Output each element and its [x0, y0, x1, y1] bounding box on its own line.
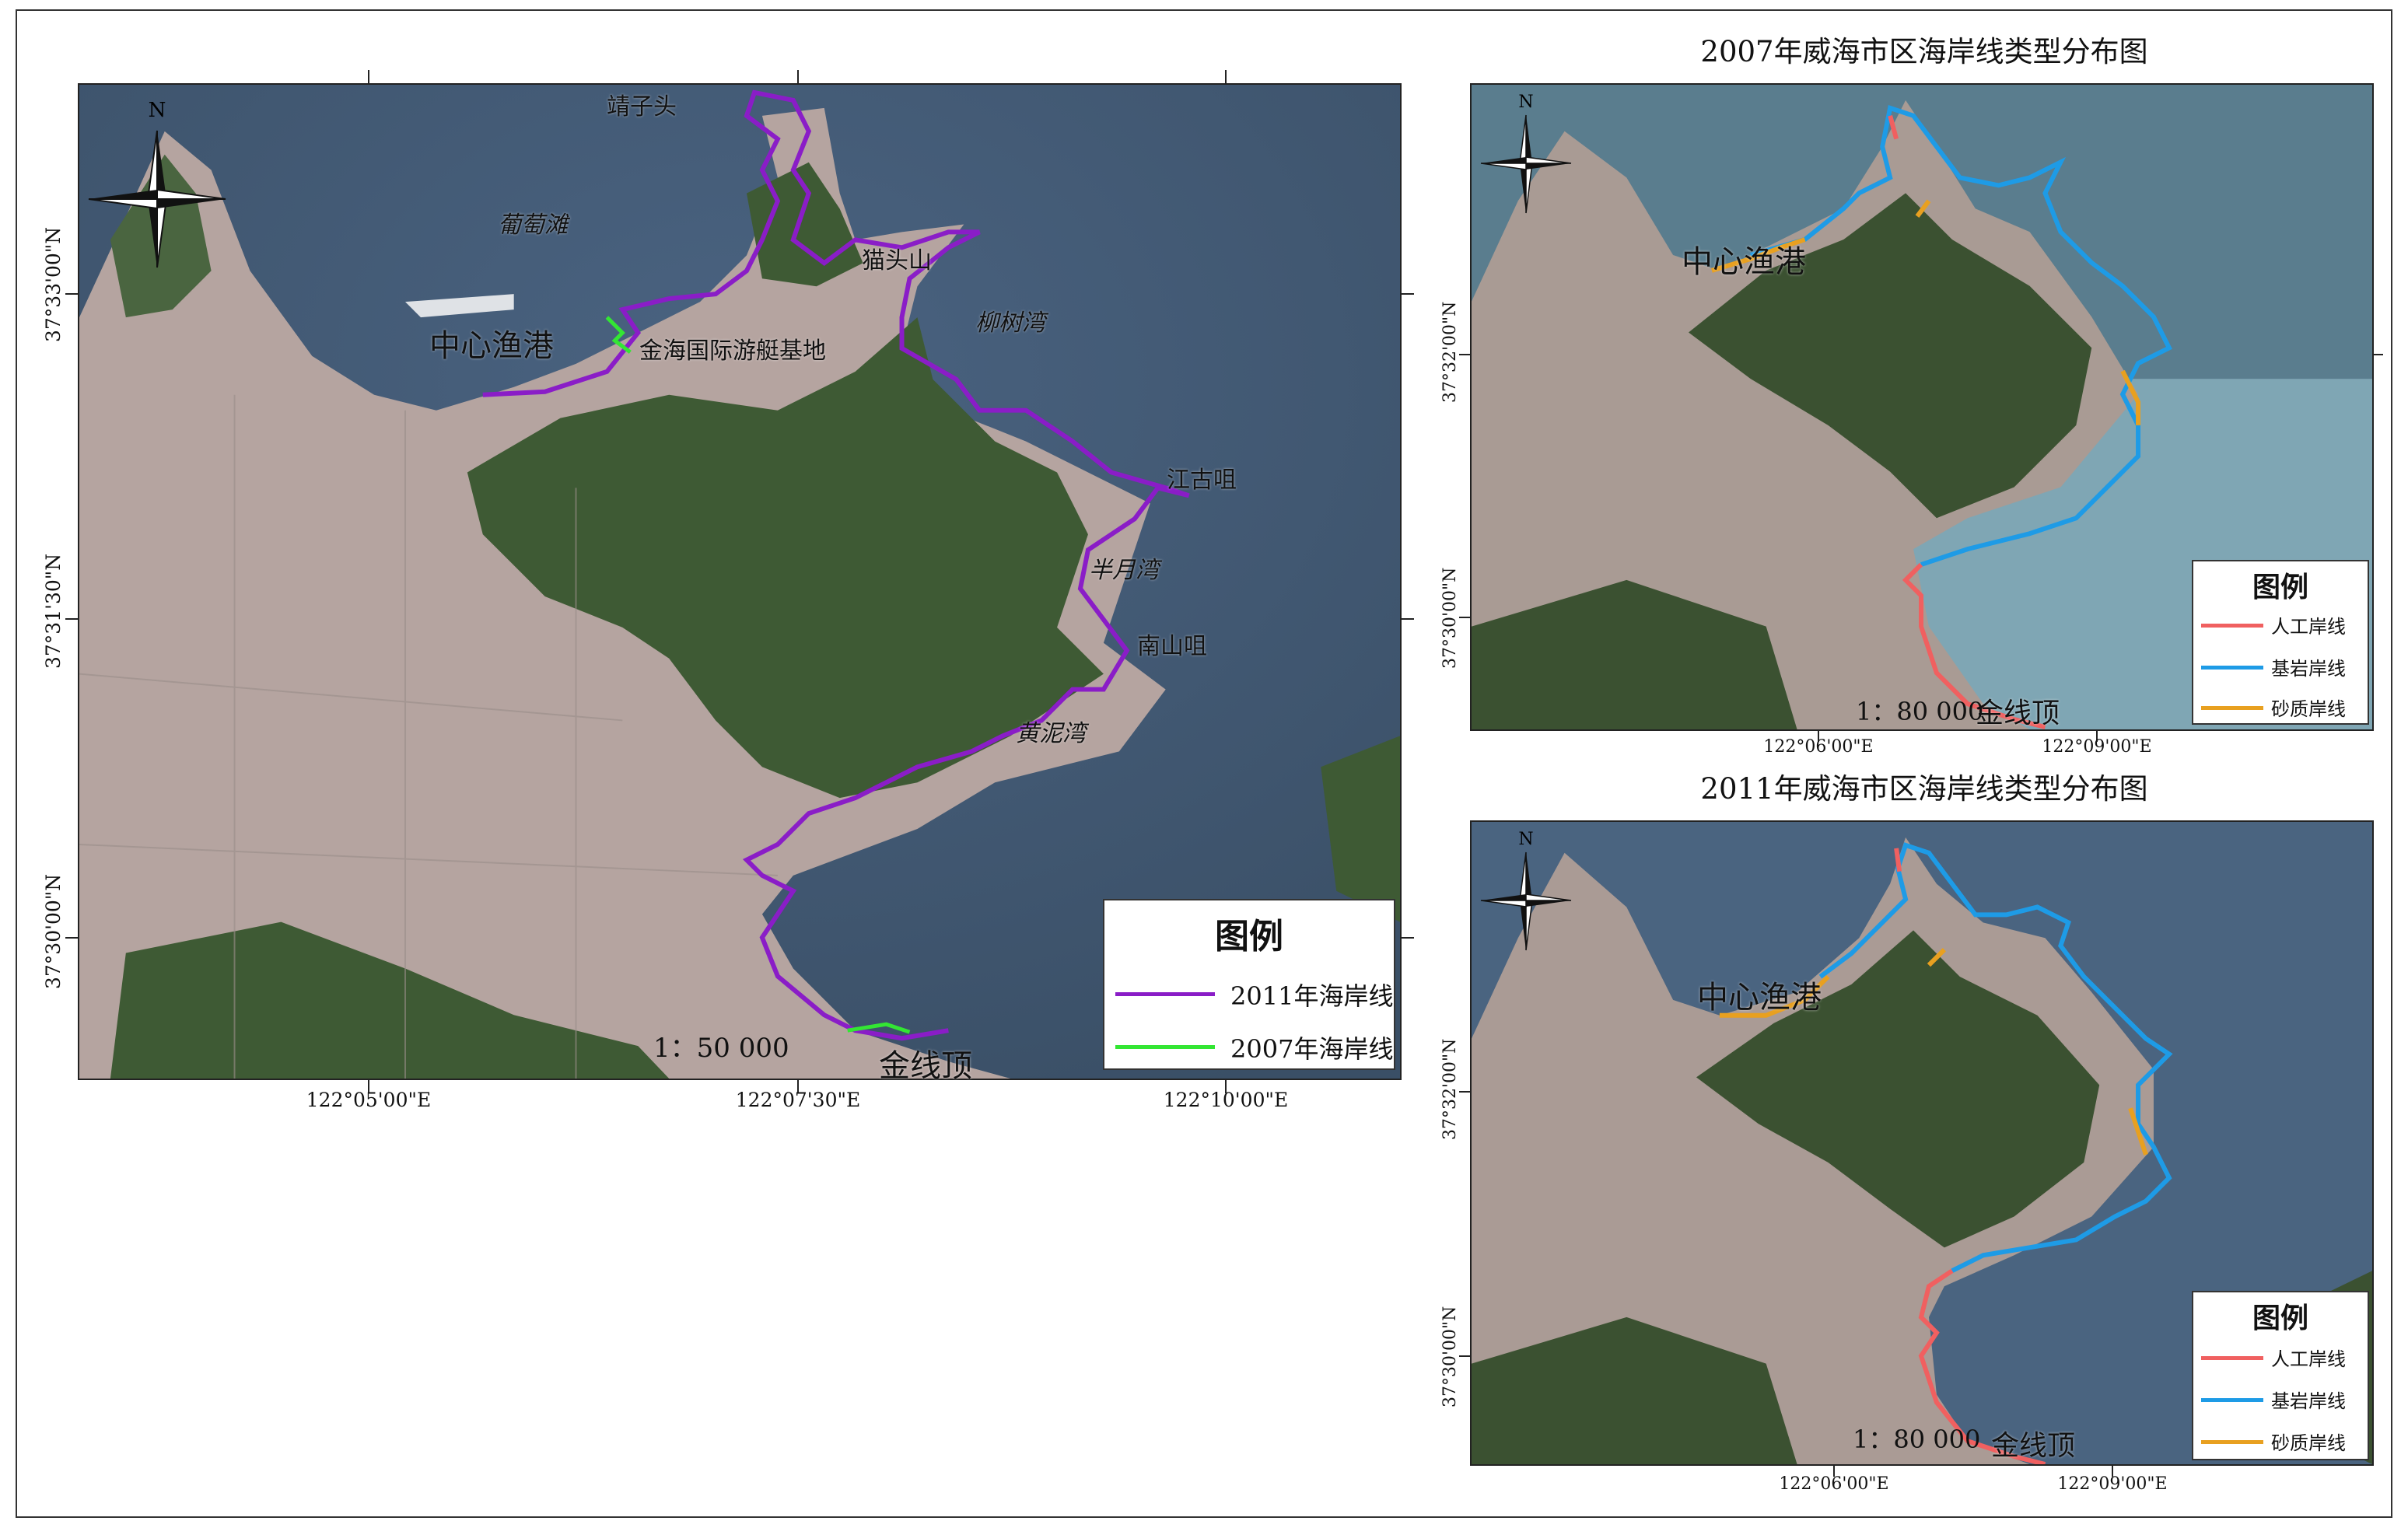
tick-right-1	[1402, 293, 1414, 295]
main-scale: 1：50 000	[653, 1033, 789, 1064]
label-jianggu: 江古咀	[1167, 467, 1237, 494]
legend-2007-swatch-sandy	[2201, 706, 2263, 710]
north-letter-2007: N	[1518, 93, 1533, 112]
north-arrow-main: N	[87, 99, 227, 271]
north-letter-2011: N	[1518, 830, 1533, 849]
label-jingzitou: 靖子头	[607, 93, 677, 121]
legend-2011-swatch-bedrock	[2201, 1398, 2263, 1402]
legend-2011-label-sandy: 砂质岸线	[2271, 1432, 2346, 1454]
label-jinxian-2007: 金线顶	[1976, 698, 2060, 729]
coastline-2011-artificial-north	[1894, 848, 1902, 872]
ytick-2007-2: 37°30'00"N	[1440, 567, 1460, 669]
tick-top-3	[1225, 70, 1227, 83]
xtick-2011-1: 122°06'00"E	[1779, 1474, 1889, 1494]
legend-2011-swatch-artificial	[2201, 1356, 2263, 1360]
north-letter: N	[149, 100, 166, 122]
ytick-main-1: 37°33'00"N	[42, 226, 65, 342]
tick-2007-r1	[2374, 354, 2383, 355]
legend-2011-label-artificial: 人工岸线	[2271, 1348, 2346, 1370]
tick-top-1	[368, 70, 369, 83]
north-arrow-2011: N	[1479, 829, 1573, 953]
legend-2011-title: 图例	[2252, 1302, 2308, 1334]
xtick-main-3: 122°10'00"E	[1163, 1089, 1289, 1111]
legend-2007-swatch-bedrock	[2201, 666, 2263, 670]
tick-left-2	[65, 618, 78, 620]
label-maotoushan: 猫头山	[862, 247, 932, 274]
label-liushuwan: 柳树湾	[975, 309, 1045, 337]
legend-main-label-2011: 2011年海岸线	[1230, 981, 1394, 1011]
tick-top-2	[797, 70, 799, 83]
title-2011: 2011年威海市区海岸线类型分布图	[1700, 772, 2148, 806]
xtick-2007-1: 122°06'00"E	[1763, 737, 1874, 757]
tick-2011-l2	[1459, 1355, 1470, 1357]
north-arrow-2007: N	[1479, 92, 1573, 216]
ytick-2011-1: 37°32'00"N	[1440, 1038, 1460, 1140]
scale-2011: 1：80 000	[1853, 1425, 1981, 1454]
label-jinxian-2011: 金线顶	[1991, 1430, 2076, 1462]
legend-main-label-2007: 2007年海岸线	[1230, 1034, 1394, 1064]
label-zhongxin-main: 中心渔港	[429, 328, 554, 364]
xtick-2007-2: 122°09'00"E	[2042, 737, 2152, 757]
label-nanshan: 南山咀	[1137, 633, 1207, 660]
label-jinhai: 金海国际游艇基地	[639, 337, 826, 365]
label-zhongxin-2007: 中心渔港	[1682, 244, 1806, 280]
legend-main-title: 图例	[1215, 917, 1283, 956]
tick-2007-l1	[1459, 354, 1470, 355]
label-huangni: 黄泥湾	[1016, 720, 1086, 747]
tick-left-3	[65, 937, 78, 939]
tick-2007-l2	[1459, 617, 1470, 618]
legend-main: 图例 2011年海岸线 2007年海岸线	[1103, 899, 1395, 1070]
legend-2007-swatch-artificial	[2201, 624, 2263, 628]
legend-main-swatch-2011	[1115, 992, 1215, 996]
xtick-2011-2: 122°09'00"E	[2057, 1474, 2168, 1494]
scale-2007: 1：80 000	[1856, 697, 1984, 726]
tick-2011-l1	[1459, 1091, 1470, 1093]
ytick-2007-1: 37°32'00"N	[1440, 301, 1460, 403]
tick-right-3	[1402, 937, 1414, 939]
legend-2007-title: 图例	[2252, 571, 2308, 603]
label-zhongxin-2011: 中心渔港	[1697, 980, 1822, 1016]
legend-2007: 图例 人工岸线 基岩岸线 砂质岸线	[2192, 560, 2369, 725]
legend-main-swatch-2007	[1115, 1045, 1215, 1049]
label-putaotan: 葡萄滩	[498, 212, 568, 239]
xtick-main-2: 122°07'30"E	[735, 1089, 861, 1111]
label-banyue: 半月湾	[1089, 557, 1159, 584]
legend-2011: 图例 人工岸线 基岩岸线 砂质岸线	[2192, 1291, 2369, 1460]
legend-2011-swatch-sandy	[2201, 1440, 2263, 1444]
ytick-main-2: 37°31'30"N	[42, 553, 65, 669]
ytick-main-3: 37°30'00"N	[42, 873, 65, 989]
label-jinxian-main: 金线顶	[879, 1048, 972, 1084]
tick-left-1	[65, 293, 78, 295]
title-2007: 2007年威海市区海岸线类型分布图	[1700, 35, 2148, 68]
legend-2007-label-artificial: 人工岸线	[2271, 616, 2346, 638]
legend-2007-label-bedrock: 基岩岸线	[2271, 658, 2346, 680]
legend-2011-label-bedrock: 基岩岸线	[2271, 1390, 2346, 1412]
ytick-2011-2: 37°30'00"N	[1440, 1306, 1460, 1407]
xtick-main-1: 122°05'00"E	[306, 1089, 432, 1111]
legend-2007-label-sandy: 砂质岸线	[2271, 698, 2346, 720]
tick-right-2	[1402, 618, 1414, 620]
